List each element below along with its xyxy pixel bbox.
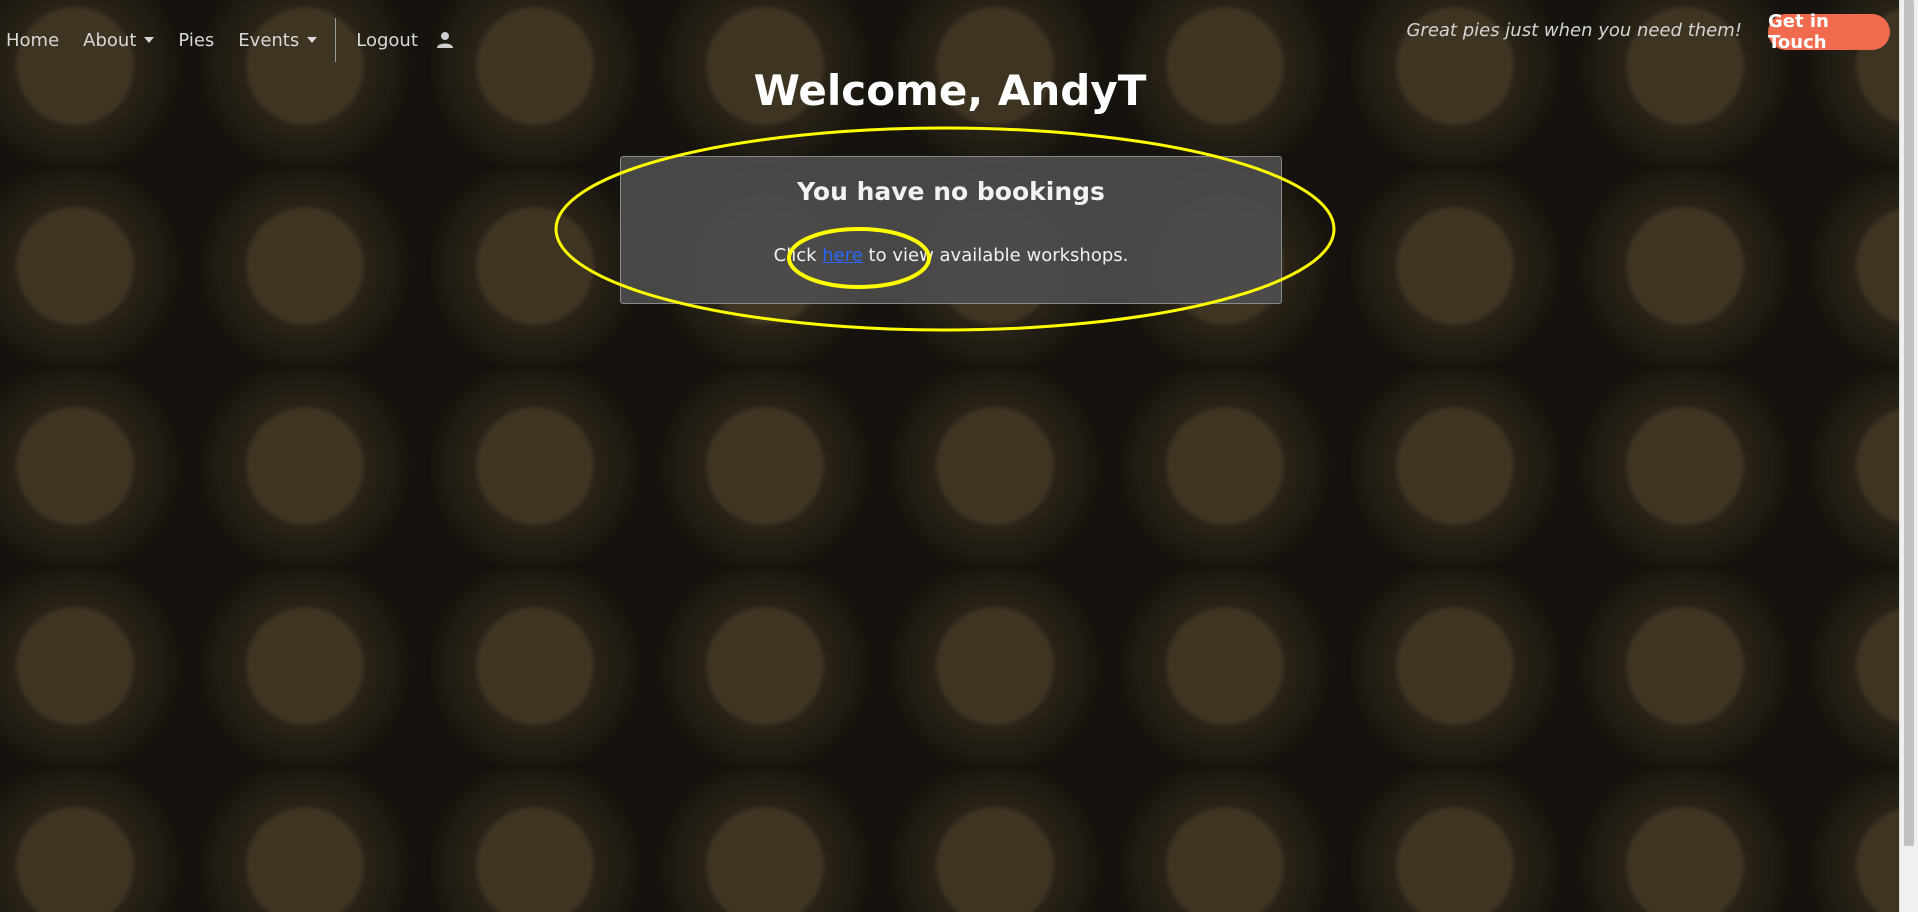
- nav-item-pies[interactable]: Pies: [166, 27, 226, 53]
- bookings-text-before: Click: [773, 245, 817, 266]
- background-overlay: [0, 0, 1900, 912]
- workshops-link[interactable]: here: [822, 245, 863, 266]
- vertical-scrollbar[interactable]: [1899, 0, 1918, 912]
- bookings-title: You have no bookings: [797, 177, 1105, 206]
- nav-item-label: Pies: [178, 29, 215, 51]
- bookings-panel: You have no bookings Click here to view …: [620, 156, 1282, 304]
- top-navbar: Home About Pies Events Logout Great pies…: [0, 0, 1900, 62]
- nav-item-label: Home: [6, 29, 60, 51]
- nav-item-label: About: [83, 29, 137, 51]
- get-in-touch-button[interactable]: Get in Touch: [1768, 11, 1890, 53]
- nav-item-label: Events: [238, 29, 300, 51]
- nav-item-logout[interactable]: Logout: [344, 27, 430, 53]
- nav-item-home[interactable]: Home: [6, 27, 71, 53]
- chevron-down-icon: [144, 37, 155, 43]
- nav-item-events[interactable]: Events: [226, 27, 329, 53]
- user-icon[interactable]: [434, 29, 456, 51]
- nav-links: Home About Pies Events Logout: [6, 18, 456, 62]
- nav-item-label: Logout: [356, 29, 418, 51]
- chevron-down-icon: [307, 37, 318, 43]
- page-title: Welcome, AndyT: [753, 66, 1147, 115]
- nav-item-about[interactable]: About: [71, 27, 166, 53]
- bookings-text-after: to view available workshops.: [868, 245, 1129, 266]
- bookings-message: Click here to view available workshops.: [621, 245, 1281, 266]
- nav-divider: [335, 18, 337, 62]
- scrollbar-thumb[interactable]: [1904, 0, 1914, 846]
- site-tagline: Great pies just when you need them!: [1406, 20, 1742, 41]
